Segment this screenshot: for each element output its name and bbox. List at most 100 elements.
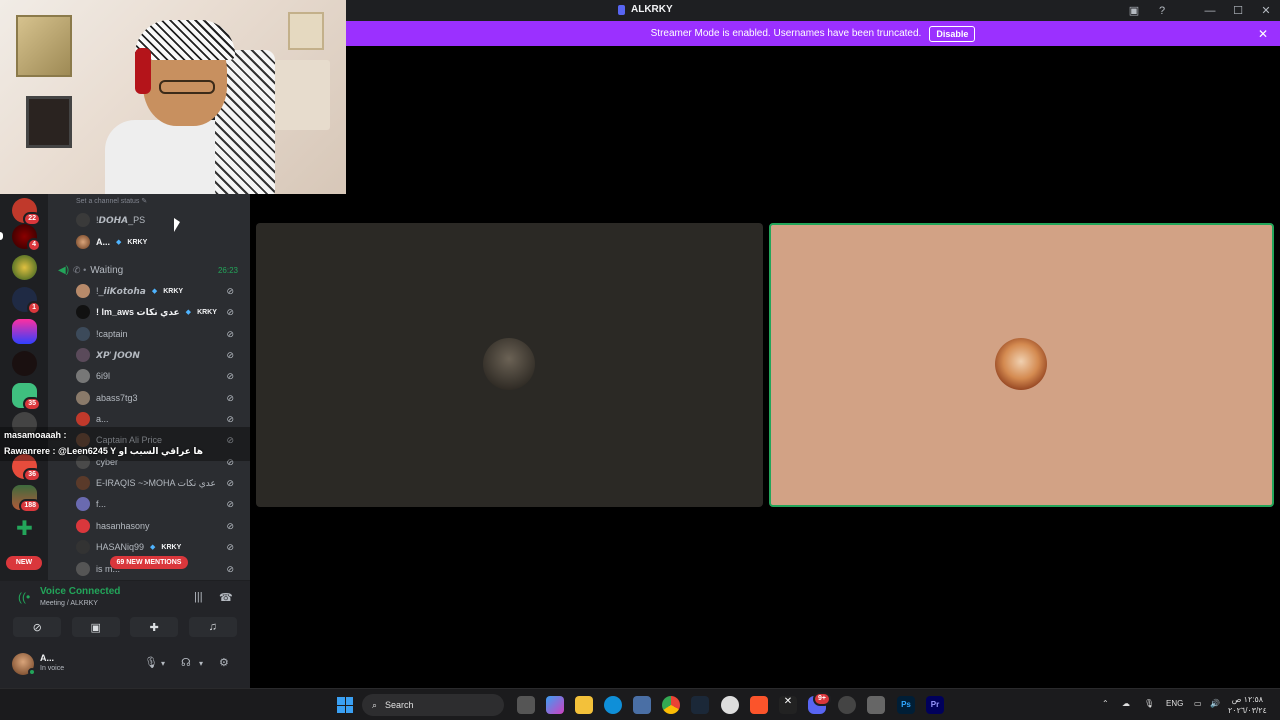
voice-user[interactable]: !𝘿𝙊𝙃𝘼_PS: [76, 211, 244, 229]
disconnect-icon[interactable]: ☎: [219, 591, 233, 604]
server-icon[interactable]: 22: [12, 198, 41, 226]
server-icon[interactable]: 4: [12, 224, 41, 252]
award-plaque-image: [16, 15, 72, 77]
language-indicator[interactable]: ENG: [1166, 699, 1183, 708]
award-plaque-image: [288, 12, 324, 50]
avatar: [76, 412, 90, 426]
activities-button[interactable]: ✚: [130, 617, 179, 637]
diamond-icon: ◆: [151, 288, 158, 295]
voice-user[interactable]: hasanhasony ⊘: [76, 517, 244, 535]
server-icon[interactable]: [12, 255, 37, 280]
premiere-icon[interactable]: Pr: [926, 696, 944, 714]
photoshop-icon[interactable]: Ps: [897, 696, 915, 714]
deafened-icon: ⊘: [226, 413, 234, 424]
video-tile[interactable]: [256, 223, 763, 507]
deafened-icon: ⊘: [226, 285, 234, 296]
window-title: ALKRKY: [631, 4, 673, 15]
voice-user[interactable]: A... ◆ KRKY: [76, 233, 244, 251]
chrome-icon[interactable]: [662, 696, 680, 714]
user-name[interactable]: A...: [40, 653, 54, 663]
voice-user[interactable]: 𝙓𝙋' 𝙅𝙊𝙊𝙉 ⊘: [76, 346, 244, 364]
add-server-icon[interactable]: ✚: [12, 517, 37, 542]
avatar: [76, 519, 90, 533]
voice-user[interactable]: E-IRAQIS ~>MOHA عدي نكات ⊘: [76, 474, 244, 492]
taskbar-search[interactable]: ⌕ Search: [362, 694, 504, 716]
deafened-icon: ⊘: [226, 392, 234, 403]
banner-text: Streamer Mode is enabled. Usernames have…: [650, 28, 922, 39]
channel-status-hint[interactable]: Set a channel status ✎: [76, 197, 147, 205]
volume-icon[interactable]: 🔊: [1210, 699, 1220, 708]
server-icon[interactable]: [12, 319, 37, 344]
voice-user[interactable]: abass7tg3 ⊘: [76, 389, 244, 407]
voice-channel-waiting[interactable]: ◀) ✆ • Waiting 26:23: [58, 262, 244, 278]
unread-badge: 1: [27, 301, 41, 315]
server-rail: 22 4 1 35 36 188 ✚ NEW: [0, 194, 48, 580]
voice-connected-channel[interactable]: Meeting / ALKRKY: [40, 600, 98, 607]
chevron-up-icon[interactable]: ⌃: [1102, 699, 1109, 708]
discord-icon[interactable]: 9+: [808, 692, 831, 714]
unread-badge: 36: [23, 468, 41, 482]
edge-icon[interactable]: [604, 696, 622, 714]
chevron-down-icon[interactable]: ▾: [161, 659, 165, 668]
app-icon[interactable]: [838, 696, 856, 714]
deafened-icon: ⊘: [226, 520, 234, 531]
video-tile-speaking[interactable]: [769, 223, 1274, 507]
server-icon[interactable]: 35: [12, 383, 41, 411]
steam-icon[interactable]: [691, 696, 709, 714]
noise-suppression-icon[interactable]: |||: [194, 591, 203, 603]
search-label: Search: [385, 700, 414, 710]
microphone-icon[interactable]: 🎙: [1144, 699, 1154, 708]
voice-user[interactable]: HASANiq99 ◆ KRKY ⊘: [76, 538, 244, 556]
voice-user[interactable]: !captain ⊘: [76, 325, 244, 343]
close-window-button[interactable]: ✕: [1252, 4, 1280, 17]
inbox-icon[interactable]: ▣: [1120, 4, 1148, 17]
voice-user[interactable]: ! lm_aws عدي نكات ◆ KRKY ⊘: [76, 303, 244, 321]
voice-user[interactable]: !_𝙞𝙞𝙆𝙤𝙩𝙤𝙝𝙖 ◆ KRKY ⊘: [76, 282, 244, 300]
search-icon: ⌕: [372, 699, 378, 710]
discord-logo-icon: [618, 4, 625, 15]
headphones-icon[interactable]: ☊: [181, 656, 191, 669]
clock[interactable]: ١٢:٥٨ ص ٢٠٢٦/٠٣/٢٤: [1228, 694, 1267, 716]
clock-time: ١٢:٥٨ ص: [1231, 695, 1264, 704]
minimize-button[interactable]: —: [1196, 5, 1224, 17]
windows-start-icon[interactable]: [337, 697, 353, 713]
phone-icon: ✆ •: [73, 264, 87, 275]
microphone-icon[interactable]: 🎙: [144, 656, 158, 669]
capcut-icon[interactable]: ✕: [779, 696, 797, 714]
maximize-button[interactable]: ☐: [1224, 4, 1252, 17]
deafened-icon: ⊘: [226, 563, 234, 574]
server-icon[interactable]: 188: [12, 485, 41, 513]
network-icon[interactable]: ▭: [1194, 699, 1202, 708]
voice-connected-title: Voice Connected: [40, 586, 121, 597]
avatar: [76, 497, 90, 511]
chat-message: masamoaaah :: [4, 430, 67, 440]
disable-button[interactable]: Disable: [929, 25, 976, 42]
obs-icon[interactable]: [721, 696, 739, 714]
chevron-down-icon[interactable]: ▾: [199, 659, 203, 668]
unread-badge: 4: [27, 238, 41, 252]
app-icon[interactable]: [867, 696, 885, 714]
server-icon[interactable]: [12, 351, 37, 376]
soundboard-button[interactable]: ♫: [188, 617, 237, 637]
task-view-icon[interactable]: [517, 696, 535, 714]
server-icon[interactable]: 1: [12, 287, 41, 315]
video-off-button[interactable]: ⊘: [13, 617, 62, 637]
screen-share-button[interactable]: ▣: [71, 617, 120, 637]
copilot-icon[interactable]: [546, 696, 564, 714]
cloud-icon[interactable]: ☁: [1122, 699, 1130, 708]
new-unreads-badge[interactable]: NEW: [6, 556, 42, 570]
help-icon[interactable]: ?: [1148, 5, 1176, 17]
unread-badge: 188: [19, 499, 41, 513]
avatar: [76, 305, 90, 319]
voice-user[interactable]: f... ⊘: [76, 495, 244, 513]
voice-user[interactable]: a... ⊘: [76, 410, 244, 428]
deafened-icon: ⊘: [226, 328, 234, 339]
brave-icon[interactable]: [750, 696, 768, 714]
store-icon[interactable]: [633, 696, 651, 714]
file-explorer-icon[interactable]: [575, 696, 593, 714]
signal-icon[interactable]: ((•: [18, 590, 30, 604]
settings-gear-icon[interactable]: ⚙: [219, 656, 229, 669]
new-mentions-button[interactable]: 69 NEW MENTIONS: [110, 556, 188, 569]
close-icon[interactable]: ✕: [1258, 27, 1268, 41]
voice-user[interactable]: 6i9l ⊘: [76, 367, 244, 385]
